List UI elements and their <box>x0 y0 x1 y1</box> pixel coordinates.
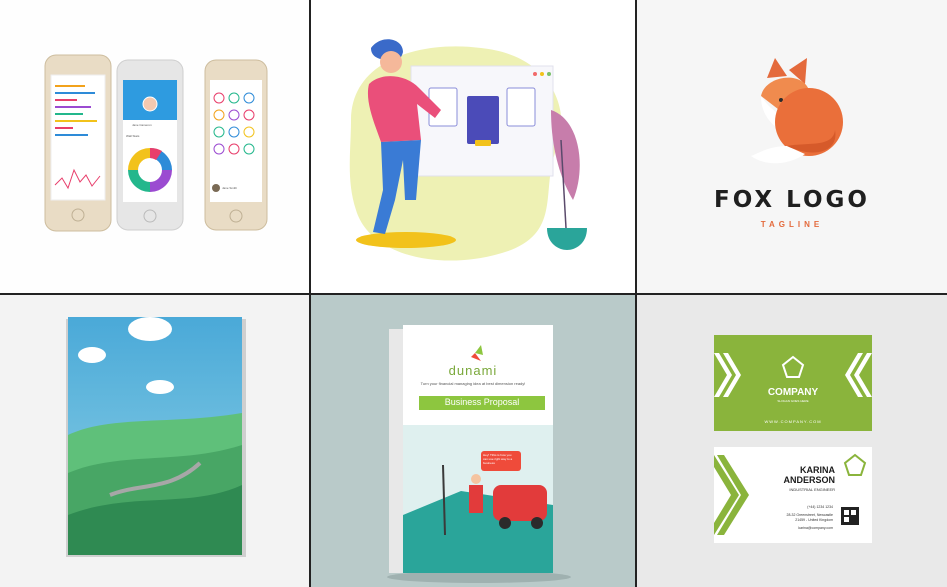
card-center <box>467 96 499 144</box>
brochure-title: Business Proposal <box>444 397 520 407</box>
salesman-jacket <box>469 485 483 513</box>
tile-business-card[interactable]: COMPANY SLOGAN GOES HERE WWW.COMPANY.COM… <box>637 295 947 587</box>
phone-footer-name: Jane Smith <box>222 186 238 190</box>
tile-book-cover[interactable] <box>0 295 311 587</box>
card-phone: (+44) 1234 1234 <box>807 505 833 509</box>
tile-business-proposal-brochure[interactable]: dunami Turn your financial managing idea… <box>311 295 637 587</box>
cloud-3 <box>146 380 174 394</box>
card-person-role: INDUSTRIAL ENGINEER <box>789 487 835 492</box>
book-illustration <box>66 317 246 557</box>
plant-pot <box>547 228 587 250</box>
car-wheel-left <box>499 517 511 529</box>
fox-ear-left <box>767 58 787 78</box>
card-person-first-name: KARINA <box>800 465 835 475</box>
card-person-last-name: ANDERSON <box>783 475 835 485</box>
window-dot-yellow <box>540 72 544 76</box>
floor-shadow <box>356 232 456 248</box>
card-company-name: COMPANY <box>767 387 819 398</box>
tile-web-illustration[interactable] <box>311 0 637 295</box>
tile-mobile-app-mockup[interactable]: Jane Cameron Wall Stats Jane Smith <box>0 0 311 295</box>
tile-fox-logo[interactable]: FOX LOGO TAGLINE <box>637 0 947 295</box>
window-dot-green <box>547 72 551 76</box>
phone-stat-label: Wall Stats <box>126 134 140 138</box>
window-dot-red <box>533 72 537 76</box>
red-car <box>493 485 547 521</box>
fox-logo-mark <box>751 58 843 164</box>
card-front <box>714 335 872 431</box>
plant-leaves <box>551 110 580 200</box>
phone-right-avatar <box>212 184 220 192</box>
fox-logo-title: FOX LOGO <box>713 187 870 213</box>
cloud-2 <box>78 347 106 363</box>
salesman-head <box>471 474 481 484</box>
qr-code <box>841 507 859 525</box>
speech-bubble-text: Hey! Tthis is how you can use right way … <box>483 453 513 465</box>
card-address-line1: 28-32 Greenstreet, Newcastle <box>786 513 834 517</box>
fox-logo-tagline: TAGLINE <box>760 220 824 229</box>
card-website: WWW.COMPANY.COM <box>764 419 822 424</box>
card-slogan: SLOGAN GOES HERE <box>777 399 809 403</box>
illustration-scene <box>349 39 587 261</box>
brochure-slogan: Turn your financial managing idea at bes… <box>420 381 526 386</box>
card-center-button <box>475 140 491 146</box>
card-right <box>506 87 536 127</box>
phone-mockup-illustration <box>44 54 268 232</box>
cloud-1 <box>128 317 172 341</box>
avatar <box>142 96 158 112</box>
brochure-illustration <box>387 325 571 583</box>
person-head <box>380 51 402 73</box>
portfolio-grid: Jane Cameron Wall Stats Jane Smith FOX L… <box>0 0 947 587</box>
brochure-brand: dunami <box>448 363 498 378</box>
card-address-line2: 21459 - United Kingdom <box>795 518 833 522</box>
car-wheel-right <box>531 517 543 529</box>
phone-profile-name: Jane Cameron <box>132 123 152 127</box>
card-email: karina@company.com <box>798 526 833 530</box>
business-card-illustration <box>714 335 872 543</box>
